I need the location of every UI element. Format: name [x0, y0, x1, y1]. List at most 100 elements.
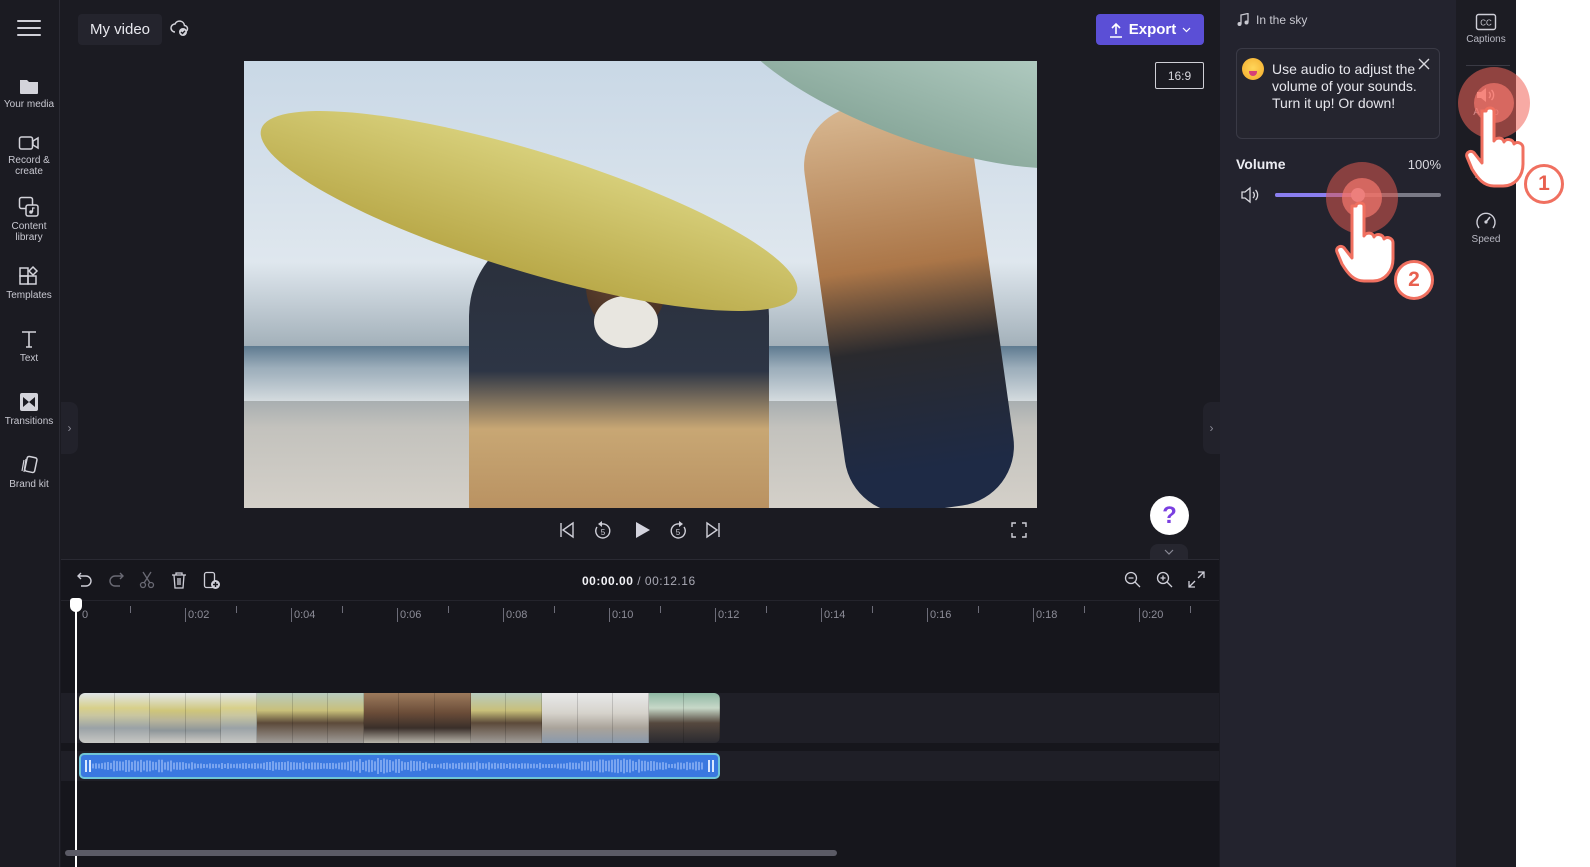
- music-note-icon: [1237, 13, 1249, 26]
- ruler-major-tick: [609, 608, 610, 622]
- volume-value: 100%: [1407, 157, 1441, 172]
- video-clip-thumbnail: [363, 693, 400, 743]
- nav-brand-kit[interactable]: Brand kit: [0, 454, 58, 490]
- rail-label: Fade: [1474, 170, 1498, 181]
- nav-text[interactable]: Text: [0, 328, 58, 364]
- menu-icon[interactable]: [17, 20, 41, 40]
- audio-trim-handle-right[interactable]: [708, 760, 714, 772]
- audio-tip-card: Use audio to adjust the volume of your s…: [1236, 48, 1440, 139]
- ruler-minor-tick: [978, 606, 979, 613]
- speaker-icon[interactable]: [1240, 186, 1260, 204]
- rewind-5-icon[interactable]: 5: [592, 519, 614, 541]
- nav-label: Your media: [3, 99, 55, 110]
- help-button[interactable]: ?: [1150, 496, 1189, 535]
- nav-label: Content library: [11, 221, 47, 243]
- rail-label: Audio: [1473, 107, 1499, 118]
- export-button[interactable]: Export: [1096, 14, 1204, 45]
- nav-record-create[interactable]: Record & create: [0, 134, 58, 177]
- fit-timeline-icon[interactable]: [1188, 571, 1205, 588]
- play-icon[interactable]: [631, 519, 653, 541]
- video-clip-thumbnail: [114, 693, 151, 743]
- volume-slider-thumb[interactable]: [1351, 188, 1365, 202]
- scissors-icon[interactable]: [139, 571, 155, 589]
- nav-label: Transitions: [4, 416, 54, 427]
- ruler-minor-tick: [448, 606, 449, 613]
- timeline-scrollbar[interactable]: [65, 850, 837, 856]
- volume-slider[interactable]: [1275, 188, 1441, 202]
- collapse-right-panel-button[interactable]: ›: [1203, 402, 1220, 454]
- video-clip-thumbnail: [435, 693, 471, 743]
- skip-to-end-icon[interactable]: [704, 519, 722, 541]
- zoom-in-icon[interactable]: [1156, 571, 1173, 588]
- nav-your-media[interactable]: Your media: [0, 76, 58, 110]
- zoom-out-icon[interactable]: [1124, 571, 1141, 588]
- nav-transitions[interactable]: Transitions: [0, 391, 58, 427]
- speaker-icon: [1477, 88, 1495, 102]
- video-clip-thumbnail: [185, 693, 222, 743]
- total-time: 00:12.16: [644, 574, 696, 588]
- video-clip-thumbnail: [648, 693, 685, 743]
- svg-text:5: 5: [601, 528, 606, 537]
- timeline-ruler[interactable]: 0 0:02 0:04 0:06 0:08 0:10 0:12 0:14 0:16 0:18 0:2…: [61, 600, 1219, 628]
- video-preview[interactable]: [244, 61, 1037, 508]
- cloud-saved-icon[interactable]: [170, 18, 190, 43]
- collapse-timeline-button[interactable]: [1150, 544, 1188, 560]
- skip-to-start-icon[interactable]: [558, 519, 576, 541]
- video-clip-thumbnail: [470, 693, 507, 743]
- ruler-major-tick: [821, 608, 822, 622]
- ruler-minor-tick: [342, 606, 343, 613]
- timecode: 00:00.00 / 00:12.16: [582, 574, 696, 588]
- emoji-icon: [1242, 58, 1264, 80]
- tip-text: Use audio to adjust the volume of your s…: [1272, 61, 1417, 111]
- left-sidebar: Your media Record & create Content libra…: [0, 0, 60, 867]
- forward-5-icon[interactable]: 5: [667, 519, 689, 541]
- ruler-major-tick: [1139, 608, 1140, 622]
- track-name: In the sky: [1256, 13, 1308, 27]
- video-editor-app: Your media Record & create Content libra…: [0, 0, 1564, 867]
- ruler-minor-tick: [554, 606, 555, 613]
- trash-icon[interactable]: [171, 571, 187, 589]
- video-clip-thumbnail: [328, 693, 364, 743]
- audio-track-title: In the sky: [1237, 13, 1307, 27]
- undo-icon[interactable]: [77, 571, 93, 589]
- ruler-minor-tick: [766, 606, 767, 613]
- fullscreen-icon[interactable]: [1011, 522, 1027, 538]
- upload-icon: [1109, 22, 1122, 38]
- ruler-major-tick: [927, 608, 928, 622]
- ruler-major-tick: [715, 608, 716, 622]
- ruler-minor-tick: [1084, 606, 1085, 613]
- chevron-down-icon: [1182, 27, 1191, 32]
- ruler-minor-tick: [236, 606, 237, 613]
- audio-clip[interactable]: [79, 753, 720, 779]
- video-clip-thumbnail: [506, 693, 542, 743]
- folder-icon: [20, 80, 38, 94]
- captions-icon: CC: [1475, 13, 1497, 31]
- close-icon[interactable]: [1417, 57, 1431, 71]
- nav-content-library[interactable]: Content library: [0, 196, 58, 243]
- nav-label: Templates: [6, 290, 52, 301]
- nav-label: Text: [19, 353, 39, 364]
- expand-left-panel-button[interactable]: ›: [61, 402, 78, 454]
- tutorial-step-1-badge: 1: [1524, 164, 1564, 204]
- add-to-timeline-icon[interactable]: [203, 571, 221, 590]
- video-clip[interactable]: [79, 693, 720, 743]
- volume-slider-fill: [1275, 193, 1358, 197]
- rail-captions[interactable]: CC Captions: [1456, 13, 1516, 45]
- nav-templates[interactable]: Templates: [0, 265, 58, 301]
- playhead-handle[interactable]: [70, 598, 82, 612]
- current-time: 00:00.00: [582, 574, 634, 588]
- rail-fade[interactable]: Fade: [1456, 149, 1516, 181]
- rail-audio[interactable]: Audio: [1456, 86, 1516, 118]
- project-title-input[interactable]: My video: [78, 14, 162, 45]
- preview-beard: [594, 296, 658, 348]
- aspect-ratio-button[interactable]: 16:9: [1155, 62, 1204, 89]
- video-clip-thumbnail: [541, 693, 578, 743]
- svg-text:CC: CC: [1480, 19, 1492, 28]
- svg-text:5: 5: [676, 528, 681, 537]
- timeline-toolbar: 00:00.00 / 00:12.16: [61, 560, 1219, 600]
- rail-speed[interactable]: Speed: [1456, 211, 1516, 245]
- time-separator: /: [637, 574, 642, 588]
- redo-icon[interactable]: [108, 571, 124, 589]
- brand-kit-icon: [21, 455, 38, 474]
- templates-icon: [19, 265, 39, 285]
